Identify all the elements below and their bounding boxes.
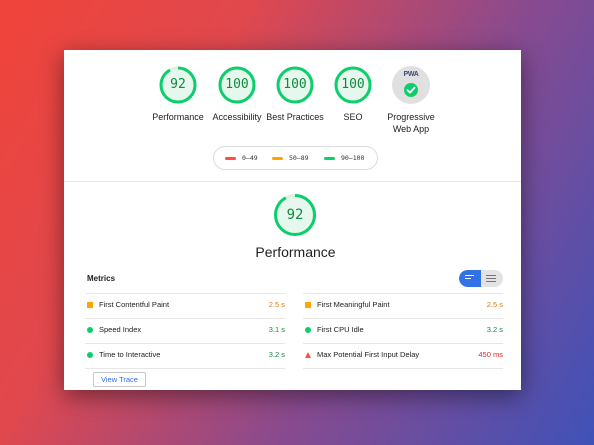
metric-max-potential-fid: Max Potential First Input Delay 450 ms — [303, 343, 503, 369]
metric-value: 2.5 s — [268, 300, 285, 309]
pwa-badge-text: PWA — [403, 71, 419, 78]
check-mark — [406, 86, 416, 94]
metric-value: 3.2 s — [486, 325, 503, 334]
metric-name: First Contentful Paint — [99, 300, 170, 309]
metrics-title: Metrics — [87, 274, 116, 283]
check-icon — [404, 83, 418, 97]
gauge-score: 100 — [341, 77, 365, 92]
metric-name: Max Potential First Input Delay — [317, 350, 420, 359]
average-square-icon — [87, 302, 93, 308]
legend-item-average: 50–89 — [272, 154, 309, 162]
performance-title: Performance — [255, 244, 336, 260]
gauge-ring: 92 — [159, 66, 197, 104]
gauge-label: Progressive Web App — [387, 112, 435, 134]
fail-triangle-icon — [305, 352, 311, 358]
metric-first-contentful-paint: First Contentful Paint 2.5 s — [85, 293, 285, 318]
gauge-score: 92 — [170, 77, 186, 92]
gauge-score: 100 — [225, 77, 249, 92]
gauge-ring: 100 — [334, 66, 372, 104]
metric-value: 450 ms — [478, 350, 503, 359]
pwa-badge: PWA — [392, 66, 430, 104]
summary-icon — [465, 275, 474, 281]
average-square-icon — [305, 302, 311, 308]
gauge-ring: 100 — [276, 66, 314, 104]
report-card: 92 Performance 100 Accessibility 100 Bes… — [64, 50, 521, 390]
metric-speed-index: Speed Index 3.1 s — [85, 318, 285, 343]
pass-circle-icon — [87, 352, 93, 358]
metric-value: 3.1 s — [268, 325, 285, 334]
legend-label: 50–89 — [289, 154, 309, 162]
metric-name: Speed Index — [99, 325, 142, 334]
legend-label: 90–100 — [341, 154, 365, 162]
metric-first-meaningful-paint: First Meaningful Paint 2.5 s — [303, 293, 503, 318]
view-trace-button[interactable]: View Trace — [93, 372, 146, 387]
legend-swatch-average — [272, 156, 283, 160]
legend-swatch-fail — [225, 156, 236, 160]
pass-circle-icon — [87, 327, 93, 333]
metric-name: First CPU Idle — [317, 325, 364, 334]
gauge-score: 100 — [283, 77, 307, 92]
metric-value: 3.2 s — [268, 350, 285, 359]
pass-circle-icon — [305, 327, 311, 333]
performance-score: 92 — [286, 207, 304, 223]
metrics-column-right: First Meaningful Paint 2.5 s First CPU I… — [303, 293, 503, 369]
performance-gauge: 92 — [273, 193, 317, 237]
legend-item-pass: 90–100 — [324, 154, 364, 162]
list-icon[interactable] — [486, 275, 496, 284]
metric-name: First Meaningful Paint — [317, 300, 390, 309]
score-legend: 0–49 50–89 90–100 — [213, 146, 378, 170]
metric-name: Time to Interactive — [99, 350, 161, 359]
metric-first-cpu-idle: First CPU Idle 3.2 s — [303, 318, 503, 343]
category-gauges: 92 Performance 100 Accessibility 100 Bes… — [64, 66, 521, 146]
metrics-view-toggle[interactable] — [459, 270, 503, 287]
metric-value: 2.5 s — [486, 300, 503, 309]
legend-label: 0–49 — [242, 154, 258, 162]
gauge-ring: 100 — [218, 66, 256, 104]
metric-time-to-interactive: Time to Interactive 3.2 s — [85, 343, 285, 369]
section-divider — [64, 181, 521, 182]
metrics-column-left: First Contentful Paint 2.5 s Speed Index… — [85, 293, 285, 369]
toggle-summary-active[interactable] — [459, 270, 481, 287]
legend-swatch-pass — [324, 156, 335, 160]
legend-item-fail: 0–49 — [225, 154, 258, 162]
